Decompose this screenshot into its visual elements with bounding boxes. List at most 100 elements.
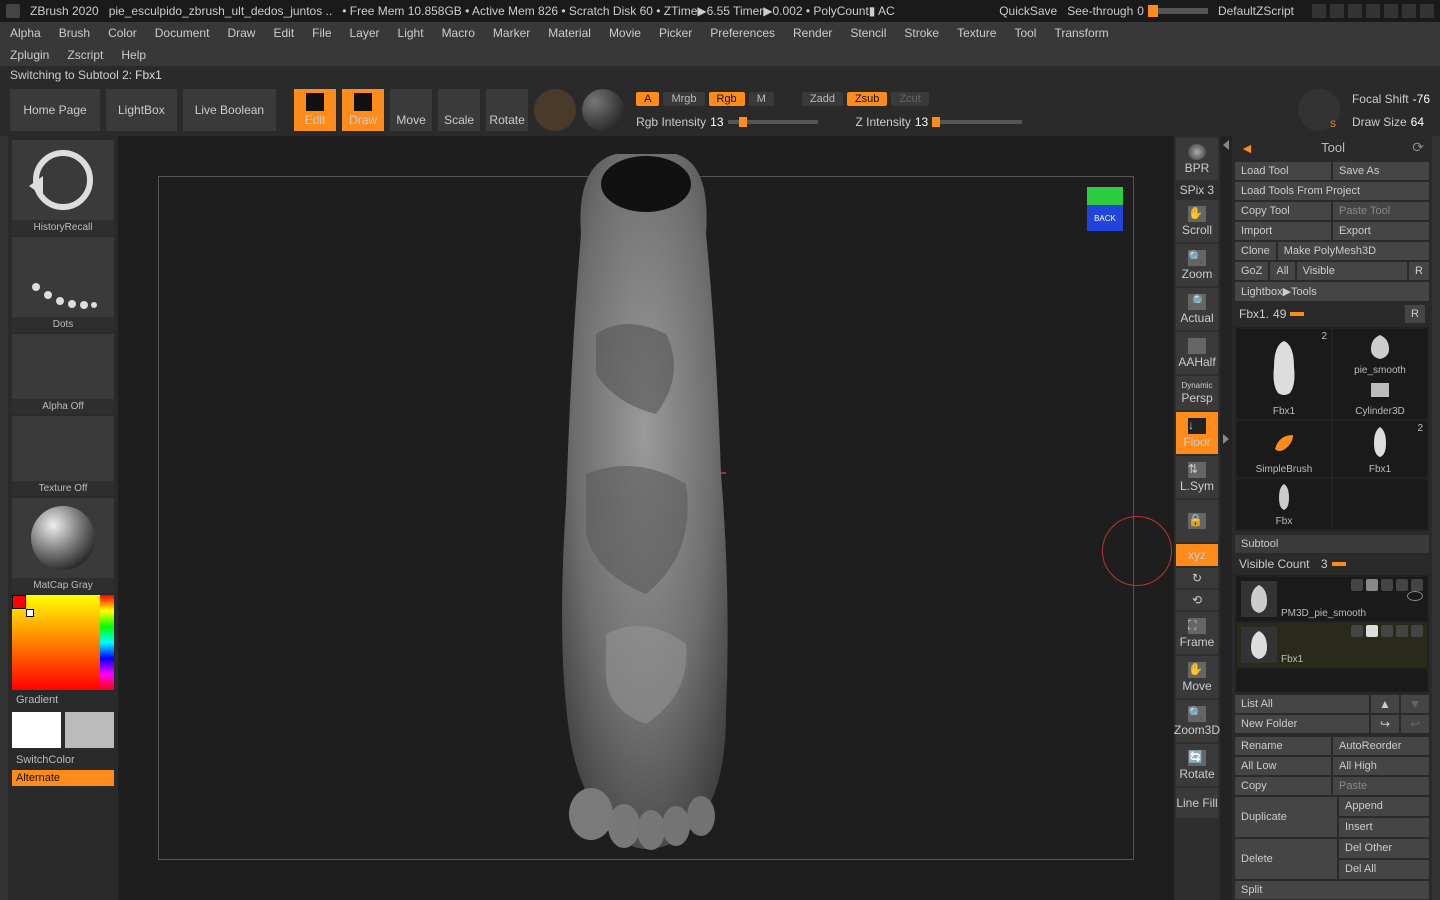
rename-button[interactable]: Rename	[1235, 737, 1331, 755]
menu-color[interactable]: Color	[108, 26, 137, 40]
left-collapse-strip[interactable]	[0, 136, 8, 900]
stroke-thumb[interactable]: Dots	[12, 237, 114, 332]
z-intensity-slider[interactable]	[932, 120, 1022, 124]
new-folder-button[interactable]: New Folder	[1235, 715, 1369, 733]
menu-transform[interactable]: Transform	[1054, 26, 1108, 40]
live-boolean-button[interactable]: Live Boolean	[183, 89, 276, 131]
lock-button[interactable]: 🔒	[1176, 500, 1218, 542]
tool-cell-simplebrush[interactable]: SimpleBrush	[1237, 421, 1331, 477]
menu-picker[interactable]: Picker	[659, 26, 692, 40]
alpha-thumb[interactable]: Alpha Off	[12, 334, 114, 414]
rot-y-button[interactable]: ↻	[1176, 568, 1218, 588]
history-recall-button[interactable]: HistoryRecall	[12, 140, 114, 235]
home-page-button[interactable]: Home Page	[10, 89, 100, 131]
goz-all-button[interactable]: All	[1270, 262, 1294, 280]
split-button[interactable]: Split	[1235, 881, 1429, 899]
tool-cell-fbx1-2[interactable]: 2Fbx1	[1333, 421, 1427, 477]
del-all-button[interactable]: Del All	[1339, 860, 1429, 879]
menu-macro[interactable]: Macro	[442, 26, 475, 40]
lightbox-button[interactable]: LightBox	[106, 89, 177, 131]
menu-zplugin[interactable]: Zplugin	[10, 48, 49, 62]
scroll-button[interactable]: ✋Scroll	[1176, 200, 1218, 242]
list-all-button[interactable]: List All	[1235, 695, 1369, 713]
nav-cube[interactable]: BACK	[1087, 187, 1123, 231]
floor-button[interactable]: ↓Floor	[1176, 412, 1218, 454]
xyz-button[interactable]: xyz	[1176, 544, 1218, 566]
goz-r-button[interactable]: R	[1409, 262, 1429, 280]
rot-z-button[interactable]: ⟲	[1176, 590, 1218, 610]
menu-render[interactable]: Render	[793, 26, 832, 40]
menu-draw[interactable]: Draw	[227, 26, 255, 40]
gizmo-3d-button[interactable]	[534, 89, 576, 131]
duplicate-button[interactable]: Duplicate	[1235, 797, 1337, 837]
frame-button[interactable]: ⛶Frame	[1176, 612, 1218, 654]
subtool-row-0[interactable]: PM3D_pie_smooth	[1237, 577, 1427, 621]
alternate-button[interactable]: Alternate	[12, 770, 114, 786]
autoreorder-button[interactable]: AutoReorder	[1333, 737, 1429, 755]
make-polymesh3d-button[interactable]: Make PolyMesh3D	[1278, 242, 1429, 260]
aahalf-button[interactable]: AAHalf	[1176, 332, 1218, 374]
draw-button[interactable]: Draw	[342, 89, 384, 131]
menu-alpha[interactable]: Alpha	[10, 26, 41, 40]
subtool-row-2[interactable]	[1237, 669, 1427, 691]
zsub-chip[interactable]: Zsub	[847, 92, 887, 106]
insert-button[interactable]: Insert	[1339, 818, 1429, 837]
lightbox-tools-button[interactable]: Lightbox▶Tools	[1235, 282, 1429, 301]
menu-marker[interactable]: Marker	[493, 26, 530, 40]
texture-thumb[interactable]: Texture Off	[12, 416, 114, 496]
menu-material[interactable]: Material	[548, 26, 591, 40]
viewport[interactable]: BACK	[118, 136, 1174, 900]
bpr-button[interactable]: BPR	[1176, 138, 1218, 180]
gradient-button[interactable]: Gradient	[12, 692, 114, 708]
secondary-color-swatch[interactable]	[65, 712, 114, 748]
right-collapse-strip[interactable]	[1432, 136, 1440, 900]
maximize-button[interactable]	[1402, 4, 1416, 18]
sculptris-button[interactable]	[582, 89, 624, 131]
tool-panel-header[interactable]: ◄ Tool ⟳	[1232, 136, 1432, 159]
menu-movie[interactable]: Movie	[609, 26, 641, 40]
rgb-intensity-slider[interactable]: .slider-bar[style*="13"]::after{left:13%…	[728, 120, 818, 124]
menu-zscript[interactable]: Zscript	[67, 48, 103, 62]
menu-document[interactable]: Document	[155, 26, 210, 40]
rotate-3d-button[interactable]: 🔄Rotate	[1176, 744, 1218, 786]
rgb-chip[interactable]: Rgb	[709, 92, 745, 106]
dynamic-brush-button[interactable]: S	[1298, 89, 1340, 131]
refresh-icon[interactable]: ⟳	[1412, 139, 1424, 156]
persp-button[interactable]: DynamicPersp	[1176, 376, 1218, 410]
save-as-button[interactable]: Save As	[1333, 162, 1429, 180]
eye-icon[interactable]	[1407, 591, 1423, 601]
window-button-4[interactable]	[1366, 4, 1380, 18]
close-button[interactable]	[1420, 4, 1434, 18]
zcut-chip[interactable]: Zcut	[891, 92, 928, 106]
all-high-button[interactable]: All High	[1333, 757, 1429, 775]
load-tools-from-project-button[interactable]: Load Tools From Project	[1235, 182, 1429, 200]
move-down-button[interactable]: ▼	[1401, 695, 1429, 713]
zoom-button[interactable]: 🔍Zoom	[1176, 244, 1218, 286]
copy-button[interactable]: Copy	[1235, 777, 1331, 795]
line-fill-button[interactable]: Line Fill	[1176, 788, 1218, 818]
menu-layer[interactable]: Layer	[350, 26, 380, 40]
move-up-button[interactable]: ▲	[1371, 695, 1399, 713]
tool-r-button[interactable]: R	[1405, 305, 1425, 323]
mrgb-chip[interactable]: Mrgb	[663, 92, 704, 106]
edit-button[interactable]: Edit	[294, 89, 336, 131]
menu-file[interactable]: File	[312, 26, 331, 40]
tool-cell-fbx[interactable]: Fbx	[1237, 479, 1331, 529]
menu-help[interactable]: Help	[121, 48, 146, 62]
mid-collapse-strip[interactable]	[1220, 136, 1232, 900]
zadd-chip[interactable]: Zadd	[802, 92, 843, 106]
window-button-2[interactable]	[1330, 4, 1344, 18]
window-button-1[interactable]	[1312, 4, 1326, 18]
tool-cell-pie-smooth[interactable]: pie_smoothCylinder3D	[1333, 329, 1427, 419]
arrow-right-2-button[interactable]: ↩	[1401, 715, 1429, 733]
menu-light[interactable]: Light	[398, 26, 424, 40]
tool-cell-empty[interactable]	[1333, 479, 1427, 529]
menu-stroke[interactable]: Stroke	[904, 26, 939, 40]
append-button[interactable]: Append	[1339, 797, 1429, 816]
zoom3d-button[interactable]: 🔍Zoom3D	[1176, 700, 1218, 742]
goz-button[interactable]: GoZ	[1235, 262, 1268, 280]
move-3d-button[interactable]: ✋Move	[1176, 656, 1218, 698]
color-picker[interactable]	[12, 595, 114, 690]
menu-brush[interactable]: Brush	[59, 26, 90, 40]
paste-button[interactable]: Paste	[1333, 777, 1429, 795]
